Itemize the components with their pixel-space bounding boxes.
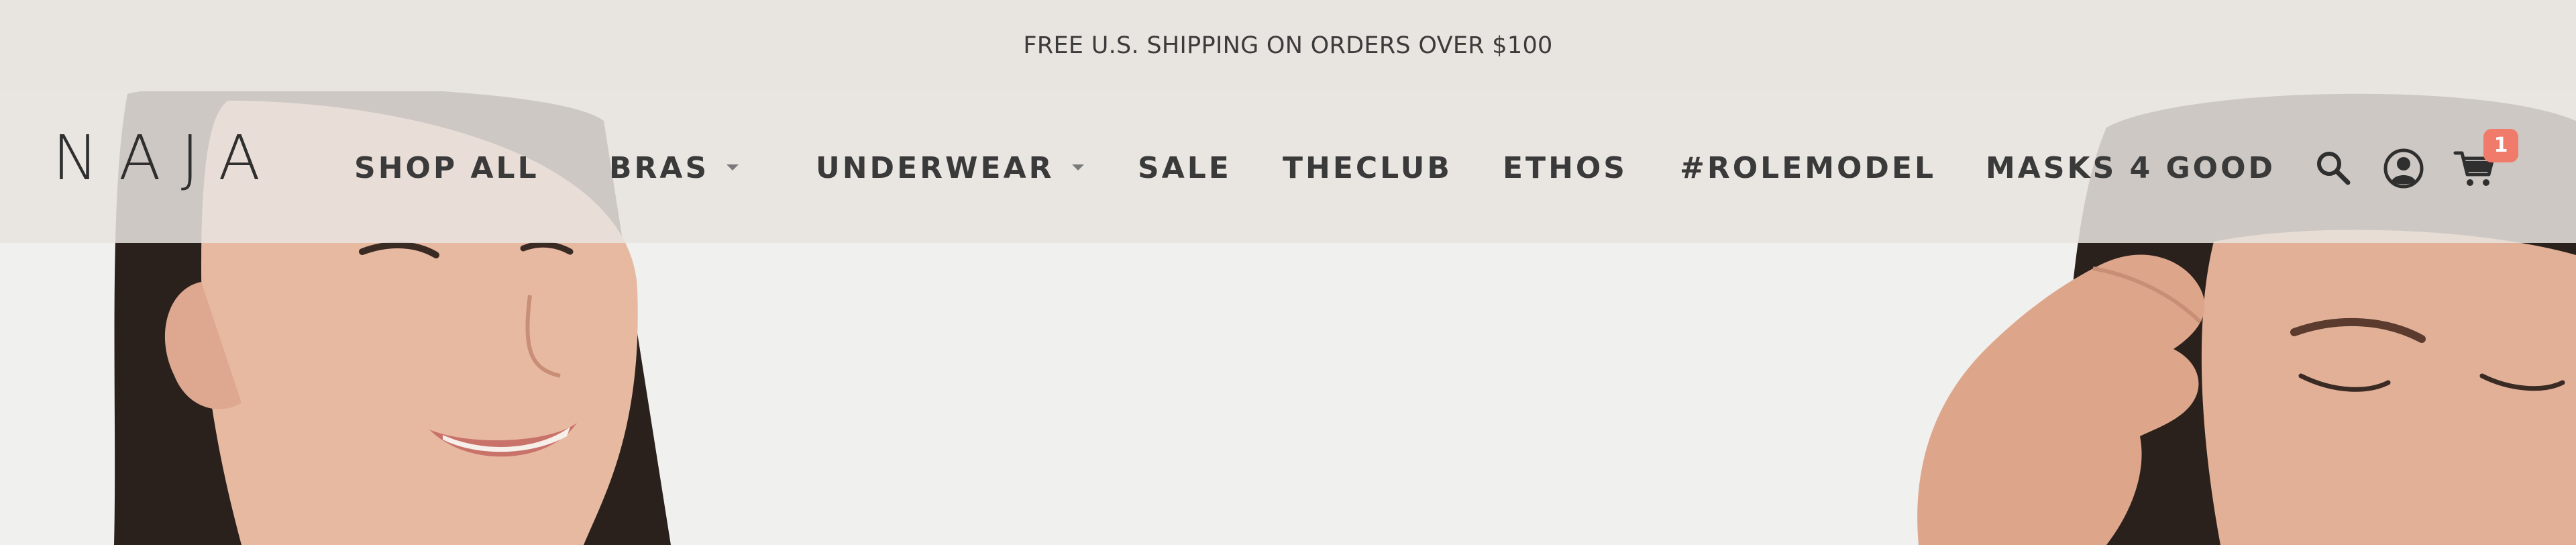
nav-shop-all-label: SHOP ALL [354, 151, 539, 185]
announcement-text: FREE U.S. SHIPPING ON ORDERS OVER $100 [1023, 32, 1553, 59]
nav-underwear-label: UNDERWEAR [816, 151, 1055, 185]
nav-bras-label: BRAS [609, 151, 710, 185]
nav-rolemodel[interactable]: #ROLEMODEL [1680, 154, 1936, 183]
site-header: NAJA SHOP ALL BRAS UNDERWEAR SALE THECLU… [0, 91, 2576, 243]
cart-count-badge: 1 [2483, 129, 2518, 162]
nav-ethos[interactable]: ETHOS [1503, 154, 1627, 183]
account-button[interactable] [2383, 148, 2424, 192]
search-button[interactable] [2313, 148, 2353, 191]
nav-rolemodel-label: #ROLEMODEL [1680, 151, 1937, 185]
nav-shop-all[interactable]: SHOP ALL [354, 154, 539, 183]
site-logo[interactable]: NAJA [52, 128, 280, 189]
nav-ethos-label: ETHOS [1503, 151, 1627, 185]
chevron-down-icon [727, 164, 739, 170]
nav-bras[interactable]: BRAS [609, 154, 739, 183]
nav-underwear[interactable]: UNDERWEAR [816, 154, 1084, 183]
nav-masks-4-good-label: MASKS 4 GOOD [1986, 151, 2276, 185]
announcement-bar: FREE U.S. SHIPPING ON ORDERS OVER $100 [0, 0, 2576, 91]
nav-sale-label: SALE [1138, 151, 1232, 185]
nav-sale[interactable]: SALE [1138, 154, 1232, 183]
nav-theclub[interactable]: THECLUB [1283, 154, 1452, 183]
nav-masks-4-good[interactable]: MASKS 4 GOOD [1986, 154, 2275, 183]
chevron-down-icon [1071, 164, 1084, 170]
account-icon [2383, 148, 2424, 189]
search-icon [2317, 152, 2351, 185]
nav-theclub-label: THECLUB [1283, 151, 1452, 185]
